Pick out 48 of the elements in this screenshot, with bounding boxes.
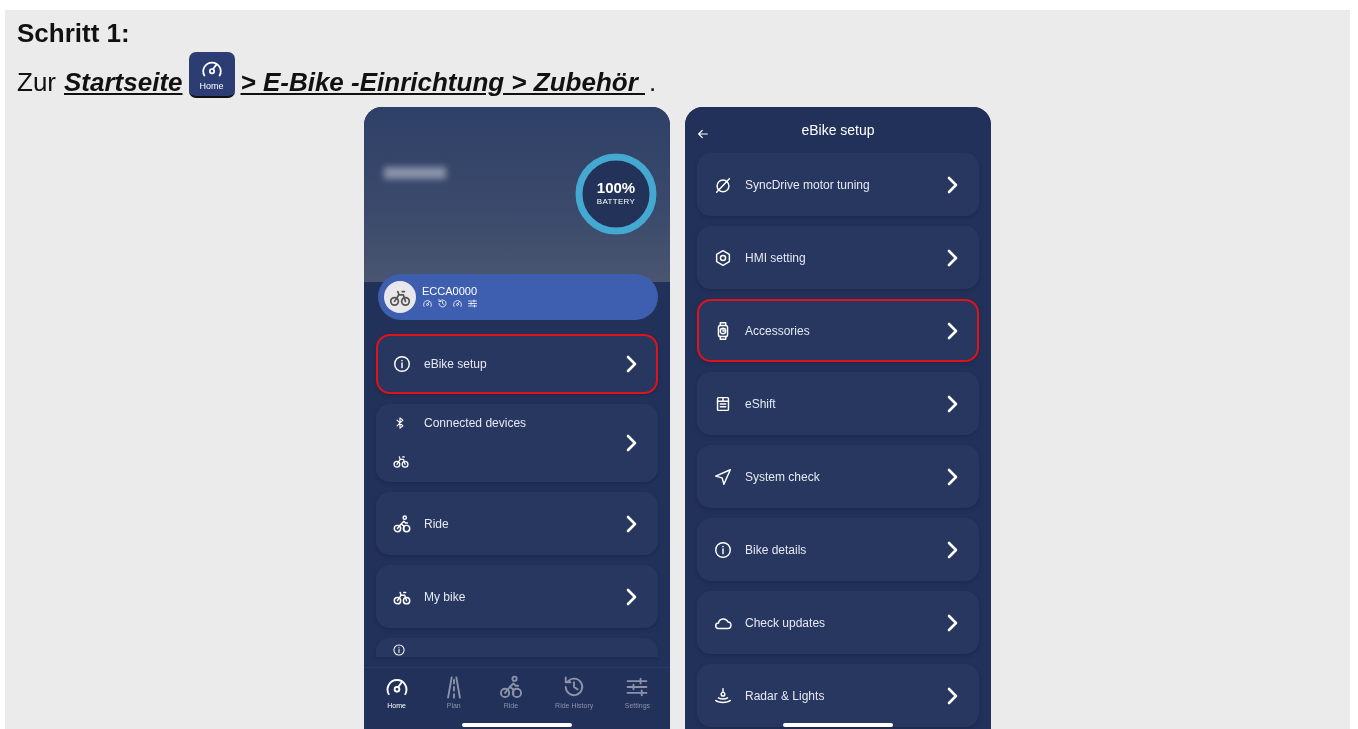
hex-nut-icon: [713, 247, 733, 268]
menu-item[interactable]: Check updates: [697, 591, 979, 654]
startseite-link[interactable]: Startseite: [64, 60, 183, 104]
menu-item[interactable]: eBike setup: [376, 334, 658, 394]
menu-label: Radar & Lights: [745, 687, 826, 705]
menu-item[interactable]: Bike details: [697, 518, 979, 581]
step-heading: Schritt 1:: [17, 17, 131, 50]
menu-label: My bike: [424, 588, 467, 606]
menu-item[interactable]: My bike: [376, 565, 658, 628]
menu-item[interactable]: SyncDrive motor tuning: [697, 153, 979, 216]
blurred-user-name: [384, 167, 446, 179]
menu-label: Check updates: [745, 614, 827, 632]
info-icon: [392, 354, 412, 374]
menu-item[interactable]: Ride: [376, 492, 658, 555]
menu-label: Connected devices: [424, 415, 528, 432]
cyclist-icon: [497, 674, 524, 700]
menu-label: System check: [745, 468, 821, 486]
gauge-icon: [422, 298, 433, 309]
sliders-icon: [467, 298, 478, 309]
period-text: .: [649, 66, 657, 99]
menu-label: eBike setup: [424, 356, 488, 373]
radar-icon: [713, 685, 733, 706]
home-app-icon: Home: [188, 52, 235, 98]
cyclist-icon: [392, 513, 412, 534]
bike-card[interactable]: ECCA0000: [378, 274, 658, 320]
paper-plane-icon: [713, 466, 733, 487]
menu-path-link[interactable]: > E-Bike -Einrichtung > Zubehör: [240, 60, 645, 104]
battery-percent: 100%: [596, 180, 636, 196]
info-icon: [713, 539, 733, 560]
menu-label: Bike details: [745, 541, 808, 559]
instruction-text: Zur: [17, 66, 56, 99]
menu-item[interactable]: eShift: [697, 372, 979, 435]
menu-label: SyncDrive motor tuning: [745, 176, 871, 194]
menu-item[interactable]: Radar & Lights: [697, 664, 979, 727]
battery-label: BATTERY: [596, 196, 636, 208]
menu-label: eShift: [745, 395, 777, 413]
menu-label: Accessories: [745, 322, 811, 340]
menu-label: Ride: [424, 515, 450, 533]
menu-item[interactable]: HMI setting: [697, 226, 979, 289]
menu-label: HMI setting: [745, 249, 807, 267]
history-icon: [437, 298, 448, 309]
menu-item[interactable]: Accessories: [697, 299, 979, 362]
gauge-icon: [452, 298, 463, 309]
screen-title: eBike setup: [801, 120, 875, 140]
menu-item[interactable]: Connected devices: [376, 404, 658, 482]
bike-name: ECCA0000: [422, 285, 478, 298]
info-icon: [392, 643, 406, 657]
menu-item[interactable]: System check: [697, 445, 979, 508]
